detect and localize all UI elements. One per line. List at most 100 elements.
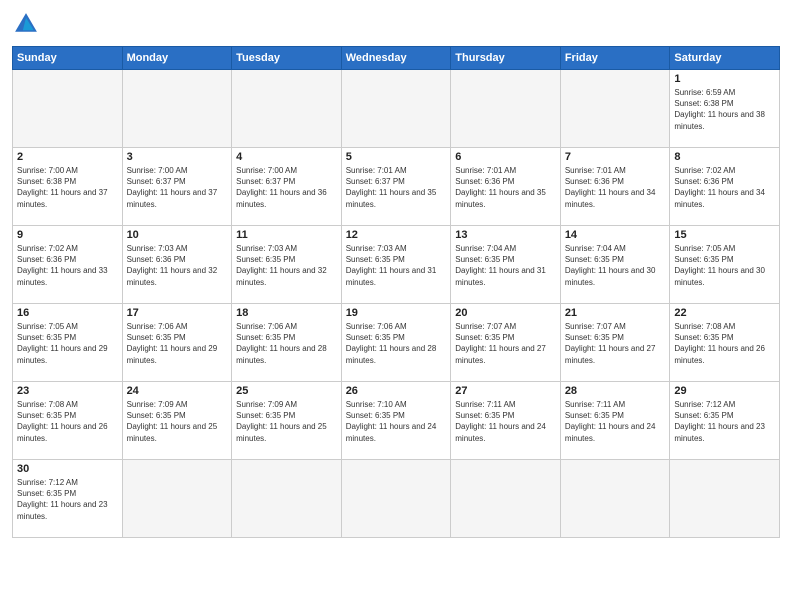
day-number: 2 (17, 151, 118, 163)
table-row: 15 Sunrise: 7:05 AMSunset: 6:35 PMDayligh… (670, 226, 780, 304)
header (12, 10, 780, 38)
day-number: 9 (17, 229, 118, 241)
day-info: Sunrise: 7:05 AMSunset: 6:35 PMDaylight:… (17, 321, 118, 366)
table-row: 10 Sunrise: 7:03 AMSunset: 6:36 PMDayligh… (122, 226, 232, 304)
day-info: Sunrise: 7:00 AMSunset: 6:38 PMDaylight:… (17, 165, 118, 210)
day-number: 6 (455, 151, 556, 163)
day-info: Sunrise: 7:08 AMSunset: 6:35 PMDaylight:… (674, 321, 775, 366)
day-info: Sunrise: 7:09 AMSunset: 6:35 PMDaylight:… (236, 399, 337, 444)
day-number: 4 (236, 151, 337, 163)
table-row: 8 Sunrise: 7:02 AMSunset: 6:36 PMDaylight… (670, 148, 780, 226)
table-row: 19Sunrise: 7:06 AMSunset: 6:35 PMDayligh… (341, 304, 451, 382)
calendar: SundayMondayTuesdayWednesdayThursdayFrid… (12, 46, 780, 538)
table-row: 3 Sunrise: 7:00 AMSunset: 6:37 PMDaylight… (122, 148, 232, 226)
day-info: Sunrise: 7:08 AMSunset: 6:35 PMDaylight:… (17, 399, 118, 444)
weekday-friday: Friday (560, 47, 670, 70)
calendar-row: 16Sunrise: 7:05 AMSunset: 6:35 PMDayligh… (13, 304, 780, 382)
day-info: Sunrise: 7:04 AMSunset: 6:35 PMDaylight:… (455, 243, 556, 288)
day-info: Sunrise: 7:02 AMSunset: 6:36 PMDaylight:… (674, 165, 775, 210)
page: SundayMondayTuesdayWednesdayThursdayFrid… (0, 0, 792, 612)
table-row: 4 Sunrise: 7:00 AMSunset: 6:37 PMDaylight… (232, 148, 342, 226)
day-number: 30 (17, 463, 118, 475)
day-info: Sunrise: 7:06 AMSunset: 6:35 PMDaylight:… (127, 321, 228, 366)
day-number: 23 (17, 385, 118, 397)
day-info: Sunrise: 7:03 AMSunset: 6:35 PMDaylight:… (346, 243, 447, 288)
table-row (451, 70, 561, 148)
day-info: Sunrise: 7:12 AMSunset: 6:35 PMDaylight:… (17, 477, 118, 522)
table-row: 2 Sunrise: 7:00 AMSunset: 6:38 PMDaylight… (13, 148, 123, 226)
day-info: Sunrise: 7:11 AMSunset: 6:35 PMDaylight:… (565, 399, 666, 444)
calendar-row: 1Sunrise: 6:59 AMSunset: 6:38 PMDaylight… (13, 70, 780, 148)
table-row (13, 70, 123, 148)
table-row (560, 70, 670, 148)
day-info: Sunrise: 7:01 AMSunset: 6:36 PMDaylight:… (455, 165, 556, 210)
table-row (560, 460, 670, 538)
day-number: 25 (236, 385, 337, 397)
table-row: 12 Sunrise: 7:03 AMSunset: 6:35 PMDayligh… (341, 226, 451, 304)
weekday-tuesday: Tuesday (232, 47, 342, 70)
table-row (232, 460, 342, 538)
day-number: 22 (674, 307, 775, 319)
table-row: 24 Sunrise: 7:09 AMSunset: 6:35 PMDayligh… (122, 382, 232, 460)
table-row: 22 Sunrise: 7:08 AMSunset: 6:35 PMDayligh… (670, 304, 780, 382)
day-info: Sunrise: 7:03 AMSunset: 6:36 PMDaylight:… (127, 243, 228, 288)
table-row: 23 Sunrise: 7:08 AMSunset: 6:35 PMDayligh… (13, 382, 123, 460)
day-info: Sunrise: 7:01 AMSunset: 6:37 PMDaylight:… (346, 165, 447, 210)
day-number: 26 (346, 385, 447, 397)
table-row: 30 Sunrise: 7:12 AMSunset: 6:35 PMDayligh… (13, 460, 123, 538)
day-info: Sunrise: 7:05 AMSunset: 6:35 PMDaylight:… (674, 243, 775, 288)
day-number: 11 (236, 229, 337, 241)
day-number: 24 (127, 385, 228, 397)
day-info: Sunrise: 7:07 AMSunset: 6:35 PMDaylight:… (565, 321, 666, 366)
day-number: 21 (565, 307, 666, 319)
day-info: Sunrise: 7:02 AMSunset: 6:36 PMDaylight:… (17, 243, 118, 288)
day-info: Sunrise: 7:00 AMSunset: 6:37 PMDaylight:… (127, 165, 228, 210)
table-row (232, 70, 342, 148)
day-info: Sunrise: 7:00 AMSunset: 6:37 PMDaylight:… (236, 165, 337, 210)
table-row: 28Sunrise: 7:11 AMSunset: 6:35 PMDayligh… (560, 382, 670, 460)
table-row: 14 Sunrise: 7:04 AMSunset: 6:35 PMDayligh… (560, 226, 670, 304)
table-row: 5 Sunrise: 7:01 AMSunset: 6:37 PMDaylight… (341, 148, 451, 226)
table-row (122, 70, 232, 148)
day-number: 8 (674, 151, 775, 163)
logo (12, 10, 44, 38)
table-row: 16Sunrise: 7:05 AMSunset: 6:35 PMDayligh… (13, 304, 123, 382)
day-info: Sunrise: 7:07 AMSunset: 6:35 PMDaylight:… (455, 321, 556, 366)
day-number: 10 (127, 229, 228, 241)
day-number: 7 (565, 151, 666, 163)
day-number: 12 (346, 229, 447, 241)
day-number: 13 (455, 229, 556, 241)
weekday-wednesday: Wednesday (341, 47, 451, 70)
day-info: Sunrise: 7:11 AMSunset: 6:35 PMDaylight:… (455, 399, 556, 444)
table-row (341, 70, 451, 148)
logo-icon (12, 10, 40, 38)
table-row (341, 460, 451, 538)
day-number: 14 (565, 229, 666, 241)
table-row: 18Sunrise: 7:06 AMSunset: 6:35 PMDayligh… (232, 304, 342, 382)
calendar-row: 2 Sunrise: 7:00 AMSunset: 6:38 PMDaylight… (13, 148, 780, 226)
weekday-sunday: Sunday (13, 47, 123, 70)
table-row (122, 460, 232, 538)
day-info: Sunrise: 7:09 AMSunset: 6:35 PMDaylight:… (127, 399, 228, 444)
weekday-monday: Monday (122, 47, 232, 70)
day-number: 15 (674, 229, 775, 241)
weekday-saturday: Saturday (670, 47, 780, 70)
table-row: 1Sunrise: 6:59 AMSunset: 6:38 PMDaylight… (670, 70, 780, 148)
day-number: 20 (455, 307, 556, 319)
table-row: 17 Sunrise: 7:06 AMSunset: 6:35 PMDayligh… (122, 304, 232, 382)
day-number: 5 (346, 151, 447, 163)
table-row: 6 Sunrise: 7:01 AMSunset: 6:36 PMDaylight… (451, 148, 561, 226)
day-info: Sunrise: 7:03 AMSunset: 6:35 PMDaylight:… (236, 243, 337, 288)
table-row: 11 Sunrise: 7:03 AMSunset: 6:35 PMDayligh… (232, 226, 342, 304)
day-info: Sunrise: 7:01 AMSunset: 6:36 PMDaylight:… (565, 165, 666, 210)
calendar-row: 9 Sunrise: 7:02 AMSunset: 6:36 PMDaylight… (13, 226, 780, 304)
calendar-row: 23 Sunrise: 7:08 AMSunset: 6:35 PMDayligh… (13, 382, 780, 460)
table-row: 9 Sunrise: 7:02 AMSunset: 6:36 PMDaylight… (13, 226, 123, 304)
day-info: Sunrise: 7:06 AMSunset: 6:35 PMDaylight:… (346, 321, 447, 366)
day-info: Sunrise: 7:04 AMSunset: 6:35 PMDaylight:… (565, 243, 666, 288)
day-number: 1 (674, 73, 775, 85)
calendar-row: 30 Sunrise: 7:12 AMSunset: 6:35 PMDayligh… (13, 460, 780, 538)
day-number: 17 (127, 307, 228, 319)
weekday-header-row: SundayMondayTuesdayWednesdayThursdayFrid… (13, 47, 780, 70)
day-number: 3 (127, 151, 228, 163)
